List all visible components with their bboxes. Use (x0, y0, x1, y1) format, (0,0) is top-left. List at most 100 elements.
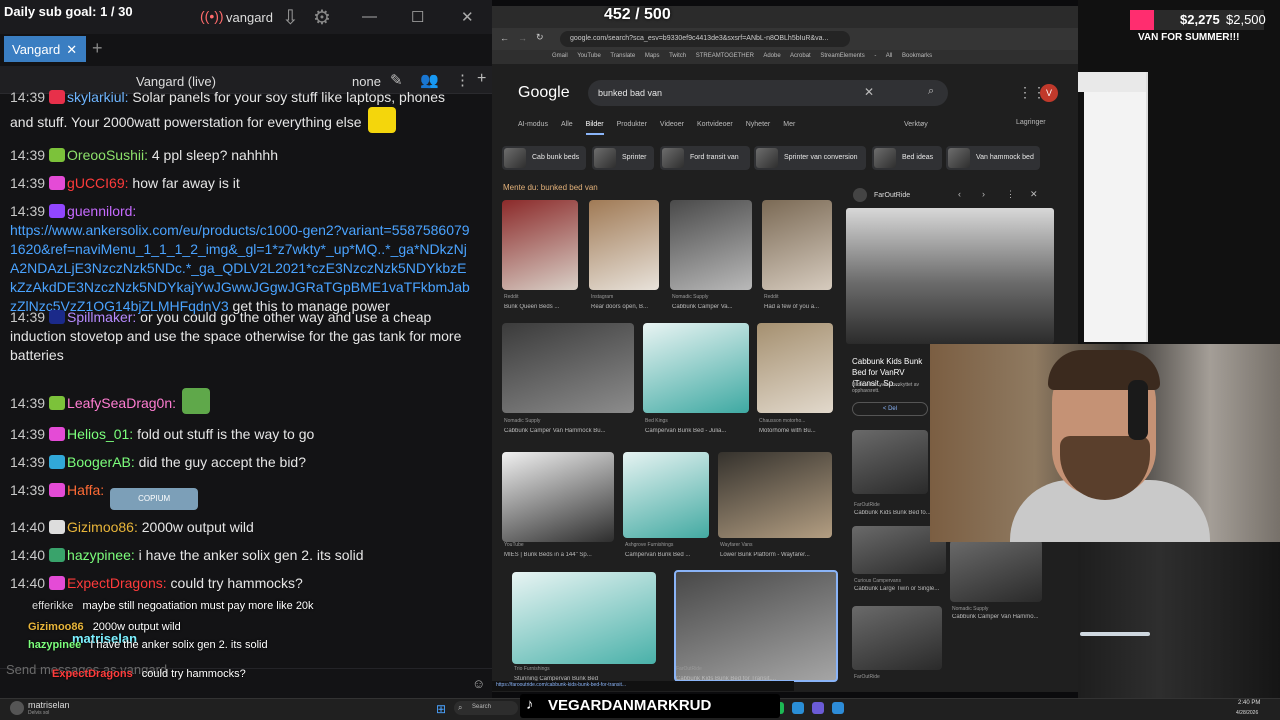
chat-message[interactable]: 14:40 hazypinee: i have the anker solix g… (10, 546, 472, 565)
bookmarks-bar[interactable]: Gmail YouTube Translate Maps Twitch STRE… (492, 50, 1078, 64)
add-split-icon[interactable]: + (477, 70, 486, 88)
image-result-caption[interactable]: Cabbunk Camper Van Hammock Bu... (504, 428, 644, 434)
saved-link[interactable]: Lagringer (1016, 119, 1046, 126)
chat-message[interactable]: 14:39 LeafySeaDrag0n: (10, 388, 472, 414)
image-result[interactable] (589, 200, 659, 290)
image-result-caption[interactable]: Had a few of you a... (764, 304, 842, 310)
bookmark-item[interactable]: StreamElements - (820, 53, 885, 59)
message-username[interactable]: hazypinee: (67, 547, 135, 563)
message-username[interactable]: LeafySeaDrag0n: (67, 395, 176, 411)
more-options-icon[interactable]: ⋮ (1006, 189, 1015, 200)
previous-icon[interactable]: ‹ (958, 189, 961, 199)
search-chip[interactable]: Bed ideas (872, 146, 942, 170)
taskbar-search[interactable]: Search (454, 701, 518, 715)
chat-message[interactable]: 14:39 Spillmaker: or you could go the oth… (10, 308, 472, 365)
store-icon[interactable] (812, 702, 824, 714)
image-result-source[interactable]: Instagram (591, 294, 669, 300)
image-result-caption[interactable]: Rear doors open, B... (591, 304, 669, 310)
chat-message[interactable]: 14:39 Haffa: COPIUM (10, 481, 472, 510)
viewer-list-icon[interactable]: 👥 (420, 71, 439, 89)
tab-vangard[interactable]: Vangard ✕ (4, 36, 86, 62)
account-avatar[interactable]: V (1040, 84, 1058, 102)
image-result-caption[interactable]: Cabbunk Camper Va... (672, 304, 762, 310)
image-result-caption[interactable]: Bunk Queen Beds ... (504, 304, 588, 310)
taskbar-user[interactable]: matriselan (28, 700, 70, 710)
search-tab[interactable]: Mer (783, 121, 795, 128)
tools-menu[interactable]: Verktøy (904, 121, 928, 128)
bookmark-item[interactable]: Gmail (552, 53, 577, 59)
image-result-source[interactable]: Reddit (504, 294, 588, 300)
image-result[interactable] (757, 323, 833, 413)
related-image-caption[interactable]: Cabbunk Camper Van Hammo... (952, 614, 1052, 620)
google-logo[interactable]: Google (518, 84, 570, 102)
reload-icon[interactable]: ↻ (536, 32, 544, 43)
image-result[interactable] (502, 200, 578, 290)
image-result-caption[interactable]: Campervan Bunk Bed - Julia... (645, 428, 759, 434)
preview-image[interactable] (846, 208, 1054, 344)
search-chip[interactable]: Cab bunk beds (502, 146, 586, 170)
clock-time[interactable]: 2:40 PM (1238, 700, 1260, 706)
maximize-button[interactable]: ☐ (411, 8, 424, 26)
image-result[interactable] (512, 572, 656, 664)
chat-message[interactable]: 14:39 gUCCI69: how far away is it (10, 174, 472, 193)
search-tab[interactable]: Alle (561, 121, 573, 128)
chat-message[interactable]: 14:40 Gizimoo86: 2000w output wild (10, 518, 472, 537)
search-tab[interactable]: Videoer (660, 121, 684, 128)
bookmark-item[interactable]: Translate (610, 53, 644, 59)
minimize-button[interactable]: — (362, 8, 377, 25)
chat-message[interactable]: 14:39 guennilord: https://www.ankersolix.c… (10, 202, 472, 316)
image-result-source[interactable]: Reddit (764, 294, 842, 300)
image-result[interactable] (718, 452, 832, 538)
bookmark-item[interactable]: Adobe Acrobat (763, 53, 820, 59)
image-result-source[interactable]: Trio Furnishings (514, 666, 666, 672)
search-tabs[interactable]: AI-modus Alle Bilder Produkter Videoer Kortvi… (518, 121, 808, 135)
chat-message[interactable]: 14:39 skylarkiul: Solar panels for your s… (10, 88, 472, 133)
clear-search-icon[interactable]: ✕ (864, 85, 874, 99)
weather-icon[interactable] (10, 701, 24, 715)
message-username[interactable]: Spillmaker: (67, 309, 136, 325)
search-tab[interactable]: Produkter (617, 121, 647, 128)
image-result[interactable] (502, 452, 614, 542)
clock-date[interactable]: 4/28/2026 (1236, 710, 1258, 716)
message-username[interactable]: OreooSushii: (67, 147, 148, 163)
search-tab[interactable]: AI-modus (518, 121, 548, 128)
message-username[interactable]: Gizimoo86: (67, 519, 138, 535)
settings-gear-icon[interactable]: ⚙ (313, 5, 331, 30)
related-image[interactable] (852, 430, 928, 494)
split-channel-title[interactable]: Vangard (live) (136, 74, 216, 89)
search-chip[interactable]: Van hammock bed (946, 146, 1040, 170)
slider-bar[interactable] (1080, 632, 1150, 636)
search-query[interactable]: bunked bad van (598, 88, 662, 98)
chat-message-list[interactable]: 14:39 skylarkiul: Solar panels for your s… (0, 88, 474, 688)
search-chip[interactable]: Sprinter (592, 146, 654, 170)
search-tab[interactable]: Bilder (585, 121, 604, 135)
image-result-source[interactable]: Nomadic Supply (504, 418, 644, 424)
related-image-source[interactable]: FarOutRide (854, 674, 954, 680)
image-result-source[interactable]: Wayfarer Vans (720, 542, 842, 548)
address-bar[interactable]: google.com/search?sca_esv=b9330ef9c4413d… (560, 31, 850, 47)
message-username[interactable]: gUCCI69: (67, 175, 128, 191)
related-image-source[interactable]: Curious Campervans (854, 578, 954, 584)
related-image[interactable] (852, 606, 942, 670)
search-tab[interactable]: Nyheter (746, 121, 771, 128)
image-result[interactable] (762, 200, 832, 290)
chat-message[interactable]: 14:40 ExpectDragons: could try hammocks? (10, 574, 472, 593)
search-chip[interactable]: Sprinter van conversion (754, 146, 866, 170)
chat-message[interactable]: 14:39 Helios_01: fold out stuff is the wa… (10, 425, 472, 444)
image-result-source[interactable]: FarOutRide (676, 666, 848, 672)
image-result-source[interactable]: Nomadic Supply (672, 294, 762, 300)
bookmark-item[interactable]: All Bookmarks (886, 53, 932, 59)
search-chip[interactable]: Ford transit van (660, 146, 750, 170)
message-username[interactable]: skylarkiul: (67, 89, 128, 105)
download-update-icon[interactable]: ⇩ (282, 5, 299, 30)
chat-message[interactable]: 14:39 BoogerAB: did the guy accept the bi… (10, 453, 472, 472)
message-username[interactable]: Haffa: (67, 482, 104, 498)
message-username[interactable]: Helios_01: (67, 426, 133, 442)
image-result[interactable] (670, 200, 752, 290)
chat-message[interactable]: 14:39 OreooSushii: 4 ppl sleep? nahhhh (10, 146, 472, 165)
bookmark-item[interactable]: Maps (645, 53, 669, 59)
tab-close-icon[interactable]: ✕ (66, 42, 77, 57)
message-username[interactable]: BoogerAB: (67, 454, 135, 470)
vscode-icon[interactable] (832, 702, 844, 714)
search-icon[interactable]: ⌕ (928, 85, 934, 98)
